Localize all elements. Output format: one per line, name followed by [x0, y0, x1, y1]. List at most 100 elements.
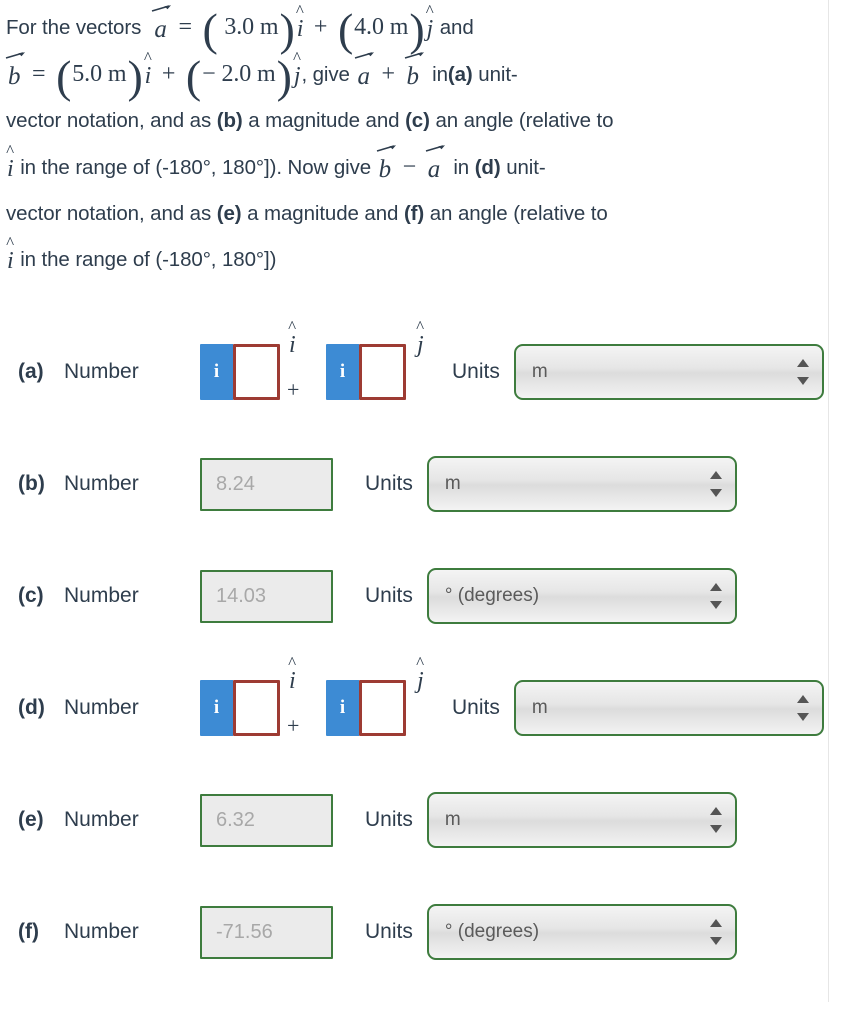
- units-select-d[interactable]: m: [513, 680, 824, 736]
- part-ref-f: (f): [403, 202, 425, 225]
- vector-j-input-a[interactable]: [359, 344, 406, 400]
- plus-sign-1: +: [313, 14, 328, 40]
- open-paren-2: (: [337, 4, 354, 55]
- info-icon-button-d-j[interactable]: i: [326, 680, 359, 736]
- minus-sign-1: −: [402, 154, 417, 180]
- vector-a-symbol-3: a: [425, 145, 445, 183]
- give-text: , give: [301, 63, 350, 86]
- part-label-b: (b): [18, 472, 45, 495]
- unit-vector-i-2: ^ i: [144, 49, 153, 88]
- vector-arrow-icon: [404, 51, 424, 61]
- part-label-a: (a): [18, 360, 44, 383]
- unit-vector-j-stack-a: ^ j: [406, 318, 452, 411]
- value-4-0-m: 4.0 m: [354, 14, 409, 40]
- chevron-updown-icon: [709, 917, 722, 947]
- vector-a-letter: a: [427, 156, 441, 183]
- open-paren-3: (: [56, 51, 72, 102]
- problem-statement: For the vectors a = ( 3.0 m) ^ i + (4.0 m)…: [0, 0, 844, 283]
- units-select-a[interactable]: m: [513, 344, 824, 400]
- problem-lead-text: For the vectors: [6, 16, 142, 39]
- close-paren-2: ): [409, 4, 425, 55]
- vector-arrow-icon: [5, 51, 25, 61]
- plus-sign-3: +: [381, 61, 395, 87]
- number-input-e[interactable]: [200, 793, 333, 847]
- number-label-c: Number: [64, 584, 139, 607]
- vector-arrow-icon: [151, 4, 172, 14]
- value-minus-2-0-m: − 2.0 m: [202, 61, 276, 87]
- plus-operator-d: +: [287, 713, 300, 738]
- number-input-b[interactable]: [200, 457, 333, 511]
- part-ref-a: (a): [447, 63, 473, 86]
- equals-sign-1: =: [178, 14, 192, 40]
- units-select-b[interactable]: m: [426, 456, 737, 512]
- units-select-value-b: m: [444, 473, 461, 494]
- unit-vector-i-label-d: ^ i: [288, 654, 297, 693]
- units-select-e[interactable]: m: [426, 792, 737, 848]
- range-text-2: in the range of (-180°, 180°]): [20, 248, 277, 271]
- close-paren-4: ): [276, 51, 292, 102]
- vector-i-input-d[interactable]: [233, 680, 280, 736]
- units-select-c[interactable]: ° (degrees): [426, 568, 737, 624]
- angle-text-2: an angle (relative to: [429, 202, 608, 225]
- vector-b-symbol-2: b: [404, 52, 424, 90]
- hat-caret-icon: ^: [288, 317, 297, 336]
- hat-caret-icon: ^: [293, 48, 301, 67]
- info-icon-button-d-i[interactable]: i: [200, 680, 233, 736]
- vector-j-input-d[interactable]: [359, 680, 406, 736]
- problem-line-3: vector notation, and as (b) a magnitude …: [6, 98, 836, 144]
- vector-arrow-icon: [354, 51, 375, 61]
- unit-vector-j-stack-d: ^ j: [406, 654, 452, 747]
- info-icon-button-a-i[interactable]: i: [200, 344, 233, 400]
- and-text: and: [439, 16, 474, 39]
- info-icon-button-a-j[interactable]: i: [326, 344, 359, 400]
- hat-caret-icon: ^: [295, 1, 304, 20]
- vector-b-letter: b: [406, 63, 420, 90]
- open-paren-1: (: [202, 4, 218, 55]
- close-paren-3: ): [127, 51, 143, 102]
- vector-a-letter: a: [154, 16, 167, 43]
- unit-vector-i-stack-d: ^ i +: [280, 654, 326, 747]
- hat-caret-icon: ^: [6, 233, 15, 252]
- units-label-f: Units: [365, 920, 413, 943]
- plus-sign-2: +: [161, 61, 176, 87]
- units-select-value-e: m: [444, 809, 461, 830]
- unit-vector-j-label-a: ^ j: [416, 318, 425, 357]
- range-text-1: in the range of (-180°, 180°]). Now give: [20, 156, 372, 179]
- unit-vector-i-stack-a: ^ i +: [280, 318, 326, 411]
- part-ref-b: (b): [216, 109, 243, 132]
- part-label-f: (f): [18, 920, 39, 943]
- equals-sign-2: =: [32, 61, 46, 87]
- in-text-1: in: [432, 63, 448, 86]
- vector-i-entry-group-a: i: [200, 344, 280, 400]
- problem-line-1: For the vectors a = ( 3.0 m) ^ i + (4.0 m)…: [6, 1, 836, 53]
- units-label-d: Units: [452, 696, 500, 719]
- part-label-e: (e): [18, 808, 44, 831]
- problem-line-6: ^ i in the range of (-180°, 180°]): [6, 233, 836, 283]
- units-select-value-c: ° (degrees): [444, 585, 540, 606]
- answer-rows: (a) Number i ^ i + i ^ j Units m (b) Num…: [0, 318, 844, 1010]
- unit-vector-i-label-a: ^ i: [288, 318, 297, 357]
- number-input-f[interactable]: [200, 905, 333, 959]
- units-select-value-a: m: [531, 361, 548, 382]
- vector-a-symbol-2: a: [355, 52, 375, 89]
- number-input-c[interactable]: [200, 569, 333, 623]
- hat-caret-icon: ^: [425, 1, 434, 20]
- value-5-0-m: 5.0 m: [72, 61, 127, 87]
- magnitude-text-1: a magnitude and: [248, 109, 400, 132]
- units-label-a: Units: [452, 360, 500, 383]
- units-label-b: Units: [365, 472, 413, 495]
- number-label-d: Number: [64, 696, 139, 719]
- number-label-b: Number: [64, 472, 139, 495]
- chevron-updown-icon: [796, 693, 809, 723]
- hat-caret-icon: ^: [143, 48, 152, 67]
- vector-i-input-a[interactable]: [233, 344, 280, 400]
- magnitude-text-2: a magnitude and: [247, 202, 399, 225]
- number-label-f: Number: [64, 920, 139, 943]
- vector-arrow-icon: [425, 144, 445, 154]
- unit-vector-j-label-d: ^ j: [416, 654, 425, 693]
- unit-hyphen-2: unit-: [506, 156, 546, 179]
- value-3-0-m: 3.0 m: [224, 14, 279, 40]
- units-select-f[interactable]: ° (degrees): [426, 904, 737, 960]
- chevron-updown-icon: [796, 357, 809, 387]
- unit-vector-j-1: ^ j: [426, 2, 435, 41]
